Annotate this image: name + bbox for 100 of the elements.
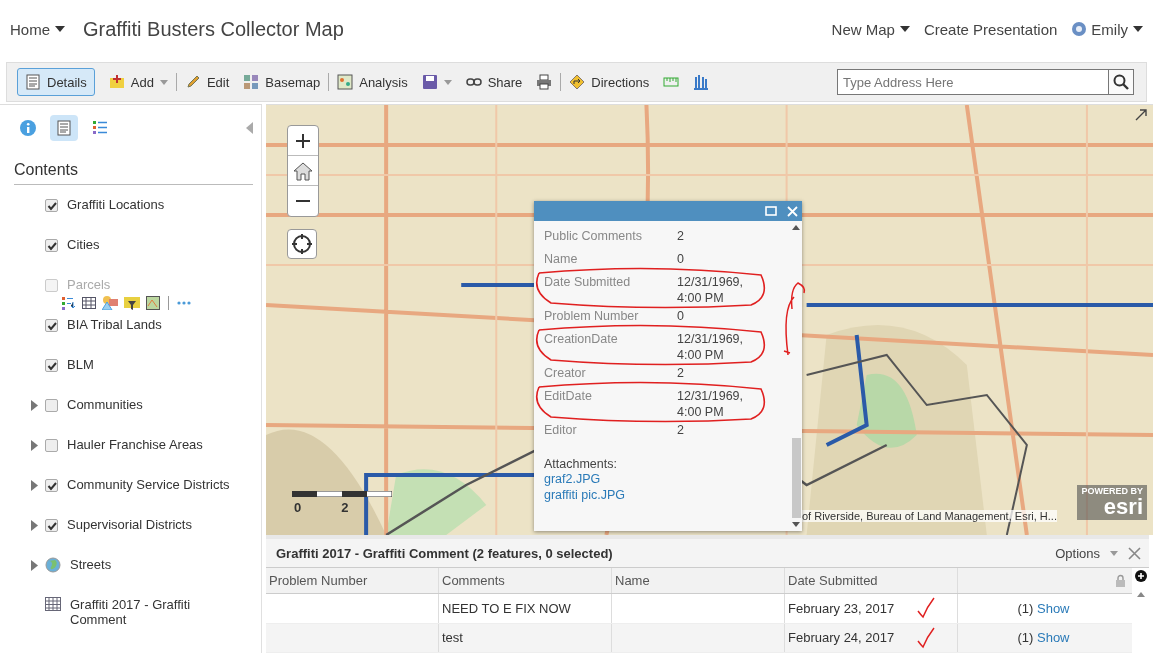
- field-value: 12/31/1969, 4:00 PM: [677, 274, 745, 306]
- field-value: 0: [677, 308, 685, 325]
- expand-icon[interactable]: [31, 480, 38, 491]
- attachment-count: (1): [1017, 601, 1034, 617]
- lock-icon[interactable]: [1115, 574, 1126, 588]
- plus-icon: [295, 132, 311, 149]
- expand-icon[interactable]: [31, 400, 38, 411]
- directions-button[interactable]: Directions: [569, 69, 650, 95]
- layer-name[interactable]: Supervisorial Districts: [67, 517, 192, 532]
- table-title: Graffiti 2017 - Graffiti Comment (2 features, 0 selected): [276, 545, 613, 561]
- printer-icon: [536, 74, 553, 90]
- avatar-icon: [1071, 21, 1088, 37]
- app-title: Graffiti Busters Collector Map: [83, 17, 344, 41]
- field-label: Public Comments: [544, 228, 643, 245]
- user-menu[interactable]: Emily: [1091, 20, 1143, 38]
- table-icon: [45, 597, 61, 611]
- search-icon: [1113, 74, 1129, 90]
- field-label: EditDate: [544, 388, 593, 405]
- layer-name[interactable]: Hauler Franchise Areas: [67, 437, 203, 452]
- close-icon[interactable]: [1128, 546, 1141, 560]
- column-header[interactable]: Comments: [439, 568, 612, 594]
- expand-icon[interactable]: [31, 520, 38, 531]
- scroll-up-icon[interactable]: [1136, 592, 1145, 597]
- field-label: Problem Number: [544, 308, 640, 325]
- layer-checkbox[interactable]: [45, 439, 58, 452]
- show-link[interactable]: Show: [1037, 601, 1070, 617]
- field-value: 2: [677, 422, 685, 439]
- expand-icon[interactable]: [31, 560, 38, 571]
- attachment-link[interactable]: graffiti pic.JPG: [544, 487, 780, 503]
- edit-button[interactable]: Edit: [184, 69, 230, 95]
- bars-icon: [693, 74, 710, 90]
- layer-name[interactable]: BIA Tribal Lands: [67, 317, 162, 332]
- direction-sign-icon: [569, 74, 586, 90]
- expand-icon[interactable]: [31, 440, 38, 451]
- field-value: 12/31/1969, 4:00 PM: [677, 388, 745, 420]
- expand-icon[interactable]: [1135, 109, 1147, 121]
- ruler-icon: [663, 74, 680, 90]
- address-search-field[interactable]: Type Address Here: [837, 69, 1108, 95]
- field-label: Date Submitted: [544, 274, 632, 291]
- plus-icon: [108, 74, 125, 90]
- esri-logo: POWERED BY esri: [1077, 485, 1147, 520]
- map-attribution: of Riverside, Bureau of Land Management, Esri, H...: [802, 510, 1057, 522]
- layer-checkbox[interactable]: [45, 519, 58, 532]
- layer-checkbox[interactable]: [45, 319, 58, 332]
- document-icon: [55, 119, 73, 137]
- layer-name[interactable]: Cities: [67, 237, 100, 252]
- table-icon[interactable]: [82, 296, 96, 309]
- layer-name[interactable]: Community Service Districts: [67, 477, 230, 492]
- list-icon: [91, 119, 109, 137]
- create-presentation-link[interactable]: Create Presentation: [923, 20, 1058, 38]
- layer-checkbox[interactable]: [45, 479, 58, 492]
- options-menu[interactable]: Options: [1055, 545, 1118, 561]
- column-header[interactable]: Date Submitted: [785, 568, 958, 594]
- layer-name[interactable]: Graffiti 2017 - Graffiti Comment: [70, 597, 245, 627]
- more-icon[interactable]: [177, 300, 191, 305]
- symbols-icon[interactable]: [102, 295, 118, 310]
- pencil-icon: [184, 74, 201, 90]
- filter-icon[interactable]: [124, 295, 140, 310]
- basemap-button[interactable]: Basemap: [243, 69, 321, 95]
- add-button[interactable]: Add: [108, 69, 168, 95]
- details-button[interactable]: Details: [17, 68, 95, 96]
- table-cell: February 24, 2017: [788, 630, 895, 646]
- scroll-up-icon[interactable]: [792, 225, 800, 230]
- new-map-menu[interactable]: New Map: [831, 20, 910, 38]
- layer-checkbox[interactable]: [45, 199, 58, 212]
- locate-button[interactable]: [287, 229, 317, 259]
- layer-name[interactable]: Graffiti Locations: [67, 197, 165, 212]
- add-column-icon[interactable]: [1134, 570, 1147, 582]
- column-header[interactable]: Problem Number: [266, 568, 439, 594]
- field-value: 2: [677, 365, 685, 382]
- layer-checkbox[interactable]: [45, 399, 58, 412]
- layer-name[interactable]: Streets: [70, 557, 112, 572]
- column-header[interactable]: Name: [612, 568, 785, 594]
- scale-label: 0: [294, 500, 302, 515]
- home-menu[interactable]: Home: [10, 20, 65, 38]
- scroll-down-icon[interactable]: [792, 522, 800, 527]
- field-label: Editor: [544, 422, 578, 439]
- share-button[interactable]: Share: [465, 69, 523, 95]
- attachment-link[interactable]: graf2.JPG: [544, 471, 780, 487]
- collapse-icon[interactable]: [246, 122, 253, 134]
- show-link[interactable]: Show: [1037, 630, 1070, 646]
- layer-name[interactable]: Communities: [67, 397, 143, 412]
- search-button[interactable]: [1108, 69, 1134, 95]
- table-cell: February 23, 2017: [788, 601, 895, 617]
- map-thumbnail-icon[interactable]: [146, 295, 160, 310]
- attachments-label: Attachments:: [544, 457, 618, 471]
- field-label: CreationDate: [544, 331, 619, 348]
- content-tab[interactable]: [50, 115, 78, 141]
- minus-icon: [295, 199, 311, 203]
- layer-name[interactable]: BLM: [67, 357, 94, 372]
- field-value: 2: [677, 228, 685, 245]
- maximize-icon[interactable]: [765, 206, 777, 216]
- contents-heading: Contents: [14, 147, 253, 185]
- field-value: 12/31/1969, 4:00 PM: [677, 331, 745, 363]
- analysis-button[interactable]: Analysis: [337, 69, 408, 95]
- layer-checkbox[interactable]: [45, 239, 58, 252]
- map-icon: [337, 74, 354, 90]
- layer-checkbox[interactable]: [45, 359, 58, 372]
- scroll-thumb[interactable]: [791, 438, 801, 518]
- attachment-count: (1): [1017, 630, 1034, 646]
